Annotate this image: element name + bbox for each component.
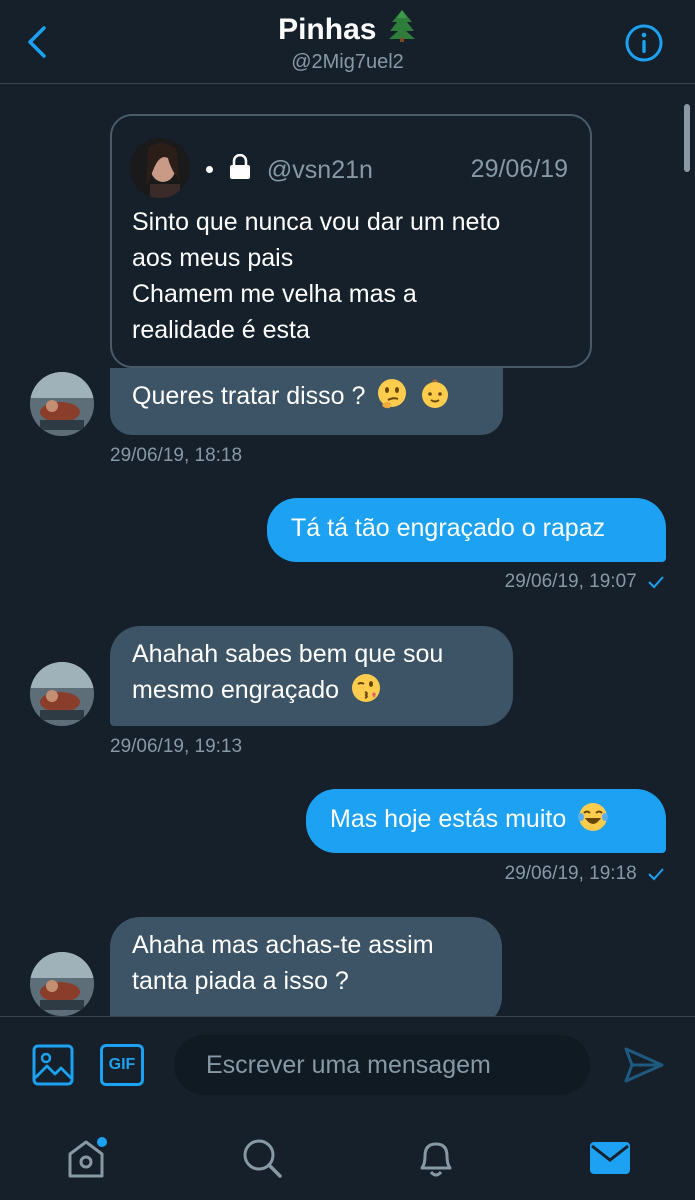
kissing-wink-emoji-icon <box>352 674 381 702</box>
image-icon[interactable] <box>32 1044 74 1086</box>
message-bubble-outgoing[interactable]: Tá tá tão engraçado o rapaz <box>267 498 666 562</box>
lock-icon <box>229 154 250 179</box>
conversation-header: Pinhas @2Mig7uel2 <box>0 0 695 84</box>
mail-icon[interactable] <box>586 1134 634 1182</box>
message-text: Queres tratar disso ? <box>132 382 366 410</box>
message-line: Ahaha mas achas-te assim <box>132 931 434 959</box>
contact-avatar[interactable] <box>30 952 94 1016</box>
message-line: Ahahah sabes bem que sou <box>132 640 444 668</box>
message-timestamp: 29/06/19, 19:07 <box>504 571 637 592</box>
bell-icon[interactable] <box>412 1134 460 1182</box>
message-timestamp-row: 29/06/19, 19:18 <box>505 862 664 886</box>
message-timestamp: 29/06/19, 19:18 <box>504 863 637 884</box>
conversation-title: Pinhas <box>278 13 377 46</box>
quoted-tweet-line: Sinto que nunca vou dar um neto <box>132 208 501 236</box>
quoted-tweet-avatar <box>130 138 190 198</box>
conversation-handle: @2Mig7uel2 <box>291 51 404 73</box>
tears-of-joy-emoji-icon <box>578 803 609 831</box>
gif-button[interactable]: GIF <box>100 1044 144 1086</box>
bottom-tab-bar <box>0 1116 695 1200</box>
contact-avatar[interactable] <box>30 662 94 726</box>
message-line: tanta piada a isso ? <box>132 967 349 995</box>
message-bubble-outgoing[interactable]: Mas hoje estás muito <box>306 789 666 853</box>
quoted-tweet-card[interactable]: @vsn21n 29/06/19 Sinto que nunca vou dar… <box>110 114 592 368</box>
baby-emoji-icon <box>422 379 449 408</box>
message-timestamp: 29/06/19, 18:18 <box>110 445 243 466</box>
info-icon[interactable] <box>624 23 664 63</box>
message-bubble-incoming[interactable]: Ahaha mas achas-te assim tanta piada a i… <box>110 917 502 1027</box>
message-line: mesmo engraçado <box>132 676 340 704</box>
message-bubble-incoming[interactable]: Ahahah sabes bem que sou mesmo engraçado <box>110 626 513 726</box>
quoted-tweet-line: Chamem me velha mas a <box>132 280 417 308</box>
message-bubble-incoming[interactable]: Queres tratar disso ? <box>110 368 503 435</box>
separator-dot <box>206 166 213 173</box>
message-text: Mas hoje estás muito <box>330 805 567 833</box>
quoted-tweet-date: 29/06/19 <box>470 155 568 183</box>
quoted-tweet-author: @vsn21n <box>206 154 373 185</box>
message-timestamp-row: 29/06/19, 19:07 <box>505 570 664 594</box>
thinking-face-emoji-icon <box>378 379 407 409</box>
read-check-icon <box>648 868 664 881</box>
quoted-tweet-text: Sinto que nunca vou dar um neto aos meus… <box>132 204 582 348</box>
scrollbar[interactable] <box>684 104 690 172</box>
quoted-tweet-handle: @vsn21n <box>266 156 373 184</box>
quoted-tweet-line: realidade é esta <box>132 316 310 344</box>
message-text: Tá tá tão engraçado o rapaz <box>291 514 606 542</box>
search-icon[interactable] <box>238 1134 286 1182</box>
header-title-block[interactable]: Pinhas @2Mig7uel2 <box>0 8 695 76</box>
quoted-tweet-line: aos meus pais <box>132 244 294 272</box>
read-check-icon <box>648 576 664 589</box>
message-line-wrap: mesmo engraçado <box>132 672 491 708</box>
home-icon[interactable] <box>64 1134 112 1182</box>
message-timestamp: 29/06/19, 19:13 <box>110 736 243 757</box>
message-composer: GIF <box>0 1016 695 1116</box>
tree-emoji-icon <box>388 10 415 42</box>
message-input[interactable] <box>174 1035 590 1095</box>
contact-avatar[interactable] <box>30 372 94 436</box>
notification-dot <box>97 1137 107 1147</box>
send-icon[interactable] <box>622 1043 666 1087</box>
